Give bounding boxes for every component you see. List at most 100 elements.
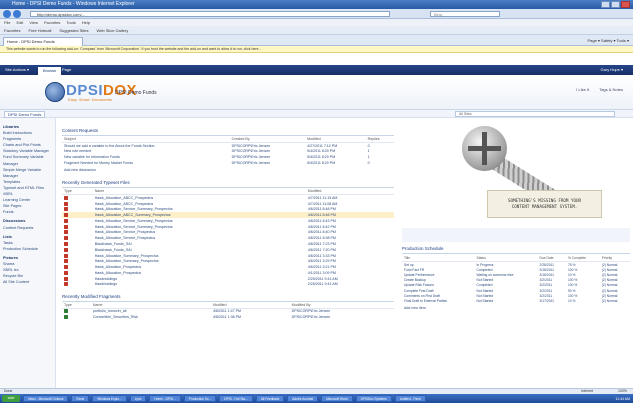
table-cell: DPSICORP\Eric Jensen [291, 315, 331, 319]
close-button[interactable] [621, 1, 630, 8]
favorite-link[interactable]: Web Slice Gallery [97, 26, 129, 34]
type-cell [62, 314, 91, 320]
taskbar-item[interactable]: Excel [71, 395, 90, 402]
window-controls [601, 1, 630, 8]
pdf-icon [64, 253, 68, 258]
window-titlebar: Home - DPSI Demo Funds - Windows Interne… [0, 0, 633, 9]
site-header: DPSIDOX Easy. Smart. Documents. DPSI Dem… [0, 75, 633, 110]
back-button[interactable] [3, 10, 11, 18]
pdf-icon [64, 282, 68, 287]
table-row[interactable]: Hawkholdings 2/25/2011 9:41 AM [62, 282, 394, 288]
maximize-button[interactable] [611, 1, 620, 8]
production-schedule-table: Title Status Due Date % Complete Priorit… [402, 255, 630, 304]
main-content: Content Requests Subject Created By Modi… [58, 118, 398, 388]
sidebar-item[interactable]: Content Requests [3, 225, 52, 231]
social-actions: I Like It Tags & Notes [576, 87, 623, 92]
pdf-icon [64, 236, 68, 241]
sharepoint-ribbon: Site Actions ▾ Browse Page Gary Hupe ▾ [0, 65, 633, 75]
taskbar-item[interactable]: Production Sc... [183, 395, 217, 402]
menu-view[interactable]: View [29, 19, 38, 26]
address-bar: http://demo.dpsidox.com/... Bing [0, 9, 633, 19]
taskbar-item[interactable]: Home - DPSI... [149, 395, 181, 402]
status-text: Done [4, 389, 13, 393]
menu-bar: File Edit View Favorites Tools Help [0, 19, 633, 26]
menu-file[interactable]: File [4, 19, 10, 26]
sidebar-item[interactable]: All Site Content [3, 279, 52, 285]
url-field[interactable]: http://demo.dpsidox.com/... [30, 11, 390, 17]
promo-tag: SOMETHING'S MISSING FROM YOUR CONTENT MA… [487, 190, 602, 218]
file-name-link[interactable]: Hawkholdings [93, 282, 306, 288]
menu-help[interactable]: Help [82, 19, 90, 26]
web-part-divider [402, 228, 630, 242]
favorites-bar: Favorites Free Hotmail Suggested Sites W… [0, 26, 633, 35]
pdf-icon [64, 276, 68, 281]
add-discussion-link[interactable]: Add new discussion [62, 166, 394, 174]
taskbar-item[interactable]: Lync [129, 395, 147, 402]
logo-tagline: Easy. Smart. Documents. [68, 97, 114, 102]
tab-page[interactable]: Page [62, 65, 71, 75]
sidebar-item[interactable]: Funds [3, 209, 52, 215]
tags-notes-button[interactable]: Tags & Notes [599, 87, 623, 92]
taskbar-item[interactable]: Inbox - Microsoft Outlook [23, 395, 69, 402]
logo-globe-icon [45, 82, 65, 102]
site-actions-menu[interactable]: Site Actions ▾ [5, 65, 29, 75]
sidebar-item[interactable]: Fund Summary Variable Manager [3, 154, 52, 166]
user-menu[interactable]: Gary Hupe ▾ [601, 65, 623, 75]
document-icon [64, 309, 68, 314]
taskbar-item[interactable]: Windows Explo... [92, 395, 127, 402]
tab-row: Home - DPSI Demo Funds Page ▾ Safety ▾ T… [0, 35, 633, 46]
taskbar-item[interactable]: Microsoft Word [321, 395, 353, 402]
site-search-input[interactable]: All Sites [455, 111, 615, 117]
table-cell: 4/8/2011 1:36 PM [212, 315, 242, 319]
breadcrumb-home[interactable]: DPSI Demo Funds [4, 111, 46, 118]
taskbar-item[interactable]: Untitled - Paint [394, 395, 426, 402]
production-schedule: Title Status Due Date % Complete Priorit… [402, 255, 630, 312]
browser-tab[interactable]: Home - DPSI Demo Funds [3, 37, 83, 46]
promo-line-2: CONTENT MANAGEMENT SYSTEM. [511, 204, 578, 209]
production-schedule-title[interactable]: Production Schedule [402, 246, 630, 254]
like-it-button[interactable]: I Like It [576, 87, 589, 92]
typeset-files-title[interactable]: Recently Generated Typeset Files [62, 178, 394, 189]
favorite-link[interactable]: Free Hotmail [28, 26, 51, 34]
favorite-link[interactable]: Suggested Sites [59, 26, 88, 34]
taskbar-item[interactable]: DPSI - Hot Sta... [219, 395, 253, 402]
content-requests-table: Subject Created By Modified Replies Shou… [62, 136, 394, 166]
promo-image: SOMETHING'S MISSING FROM YOUR CONTENT MA… [422, 118, 602, 223]
type-cell [62, 282, 93, 288]
quick-launch: Libraries Build Instructions Fragments Char… [0, 118, 56, 388]
pdf-icon [64, 207, 68, 212]
menu-favorites[interactable]: Favorites [44, 19, 60, 26]
pdf-icon [64, 195, 68, 200]
tab-browse[interactable]: Browse [38, 67, 62, 75]
content-requests-title[interactable]: Content Requests [62, 126, 394, 136]
clock: 11:44 AM [615, 396, 630, 401]
start-button[interactable]: start [2, 395, 20, 402]
table-cell[interactable]: Convertible_Securities_Risk [91, 314, 211, 320]
command-bar[interactable]: Page ▾ Safety ▾ Tools ▾ [587, 37, 629, 45]
favorites-button[interactable]: Favorites [4, 26, 20, 34]
fragments-title[interactable]: Recently Modified Fragments [62, 292, 394, 302]
add-item-link[interactable]: Add new item [402, 304, 630, 312]
browser-search-input[interactable]: Bing [430, 11, 500, 17]
pdf-icon [64, 259, 68, 264]
taskbar-item[interactable]: Adobe Acrobat [287, 395, 319, 402]
table-row[interactable]: Convertible_Securities_Risk 4/8/2011 1:36… [62, 314, 394, 320]
forward-button[interactable] [13, 10, 21, 18]
sidebar-item[interactable]: Production Schedule [3, 246, 52, 252]
fragments-table: Type Name Modified Modified By portfolio… [62, 301, 394, 321]
screw-head-graphic [462, 126, 507, 171]
pdf-icon [64, 218, 68, 223]
minimize-button[interactable] [601, 1, 610, 8]
document-icon [64, 315, 68, 320]
sidebar-item[interactable]: Simple Merge Variable Manager [3, 167, 52, 179]
pdf-icon [64, 242, 68, 247]
taskbar-item[interactable]: All Feedback [255, 395, 285, 402]
menu-tools[interactable]: Tools [66, 19, 75, 26]
pdf-icon [64, 224, 68, 229]
right-column: SOMETHING'S MISSING FROM YOUR CONTENT MA… [402, 118, 630, 388]
information-bar[interactable]: This website wants to run the following … [0, 46, 633, 53]
taskbar-item[interactable]: DPSIDox Systems [355, 395, 392, 402]
menu-edit[interactable]: Edit [16, 19, 23, 26]
pdf-icon [64, 270, 68, 275]
site-title[interactable]: DPSI Demo Funds [115, 90, 157, 96]
